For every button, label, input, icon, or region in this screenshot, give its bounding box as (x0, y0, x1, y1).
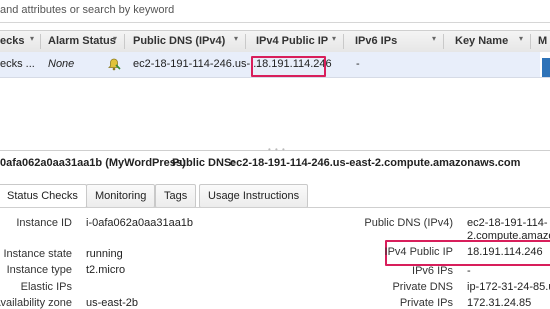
tab-tags[interactable]: Tags (155, 184, 197, 208)
instance-name: 0afa062a0aa31aa1b (MyWordPress) (0, 157, 186, 169)
scrollbar-thumb[interactable] (542, 58, 550, 77)
tab-monitoring[interactable]: Monitoring (86, 184, 156, 208)
instance-type-label: Instance type (6, 264, 72, 276)
bell-icon[interactable] (107, 57, 121, 71)
column-public-dns[interactable]: Public DNS (IPv4) (133, 31, 225, 52)
column-ipv4-public-ip[interactable]: IPv4 Public IP (256, 31, 328, 52)
public-dns-ipv4-label: Public DNS (IPv4) (364, 217, 453, 229)
sort-arrow-icon[interactable]: ▾ (113, 34, 117, 43)
sort-arrow-icon[interactable]: ▾ (30, 34, 34, 43)
public-dns-value: ec2-18-191-114-246.us-east-2.compute.ama… (230, 157, 521, 169)
column-separator (530, 34, 531, 49)
private-ips-label: Private IPs (399, 297, 453, 309)
search-input[interactable]: and attributes or search by keyword (0, 4, 174, 16)
sort-arrow-icon[interactable]: ▾ (332, 34, 336, 43)
column-status-checks[interactable]: ecks (0, 31, 24, 52)
tab-status-checks[interactable]: Status Checks (0, 184, 87, 208)
column-separator (124, 34, 125, 49)
availability-zone-label: Availability zone (0, 297, 72, 309)
column-alarm-status[interactable]: Alarm Status (48, 31, 116, 52)
instance-id-label: Instance ID (16, 217, 72, 229)
instance-type-value: t2.micro (86, 264, 126, 276)
column-key-name[interactable]: Key Name (455, 31, 508, 52)
ipv6-ips-cell: - (356, 58, 360, 70)
instance-summary: 0afa062a0aa31aa1b (MyWordPress) Public D… (0, 157, 550, 173)
column-separator (343, 34, 344, 49)
ipv4-public-ip-value: 18.191.114.246 (467, 246, 543, 258)
sort-arrow-icon[interactable]: ▾ (519, 34, 523, 43)
public-dns-cell: ec2-18-191-114-246.us-... (133, 58, 260, 70)
ipv6-ips-label: IPv6 IPs (412, 265, 453, 277)
elastic-ips-label: Elastic IPs (20, 281, 72, 293)
column-separator (443, 34, 444, 49)
private-dns-value: ip-172-31-24-85.us- (467, 281, 550, 293)
public-dns-ipv4-value: ec2-18-191-114- (467, 217, 548, 229)
column-ipv6-ips[interactable]: IPv6 IPs (355, 31, 397, 52)
drag-handle-icon[interactable]: • • • (268, 145, 286, 154)
status-checks-cell: ecks ... (0, 58, 35, 70)
public-dns-label: Public DNS: (172, 157, 235, 169)
instances-table-header: ecks ▾ Alarm Status ▾ Public DNS (IPv4) … (0, 30, 550, 53)
sort-arrow-icon[interactable]: ▾ (432, 34, 436, 43)
ipv6-ips-value: - (467, 265, 471, 277)
alarm-status-cell: None (48, 58, 75, 70)
sort-arrow-icon[interactable]: ▾ (234, 34, 238, 43)
instance-id-value: i-0afa062a0aa31aa1b (86, 217, 194, 229)
private-ips-value: 172.31.24.85 (467, 297, 532, 309)
private-dns-label: Private DNS (392, 281, 453, 293)
column-separator (40, 34, 41, 49)
instance-state-value: running (86, 248, 123, 260)
instance-state-label: Instance state (3, 248, 73, 260)
ipv4-public-ip-label: IPv4 Public IP (384, 246, 453, 258)
availability-zone-value: us-east-2b (86, 297, 138, 309)
tab-usage-instructions[interactable]: Usage Instructions (199, 184, 309, 208)
search-bar[interactable]: and attributes or search by keyword (0, 0, 550, 23)
highlight-box (251, 56, 326, 77)
column-separator (245, 34, 246, 49)
tab-underline (0, 207, 550, 208)
column-monitoring[interactable]: M (538, 31, 547, 52)
